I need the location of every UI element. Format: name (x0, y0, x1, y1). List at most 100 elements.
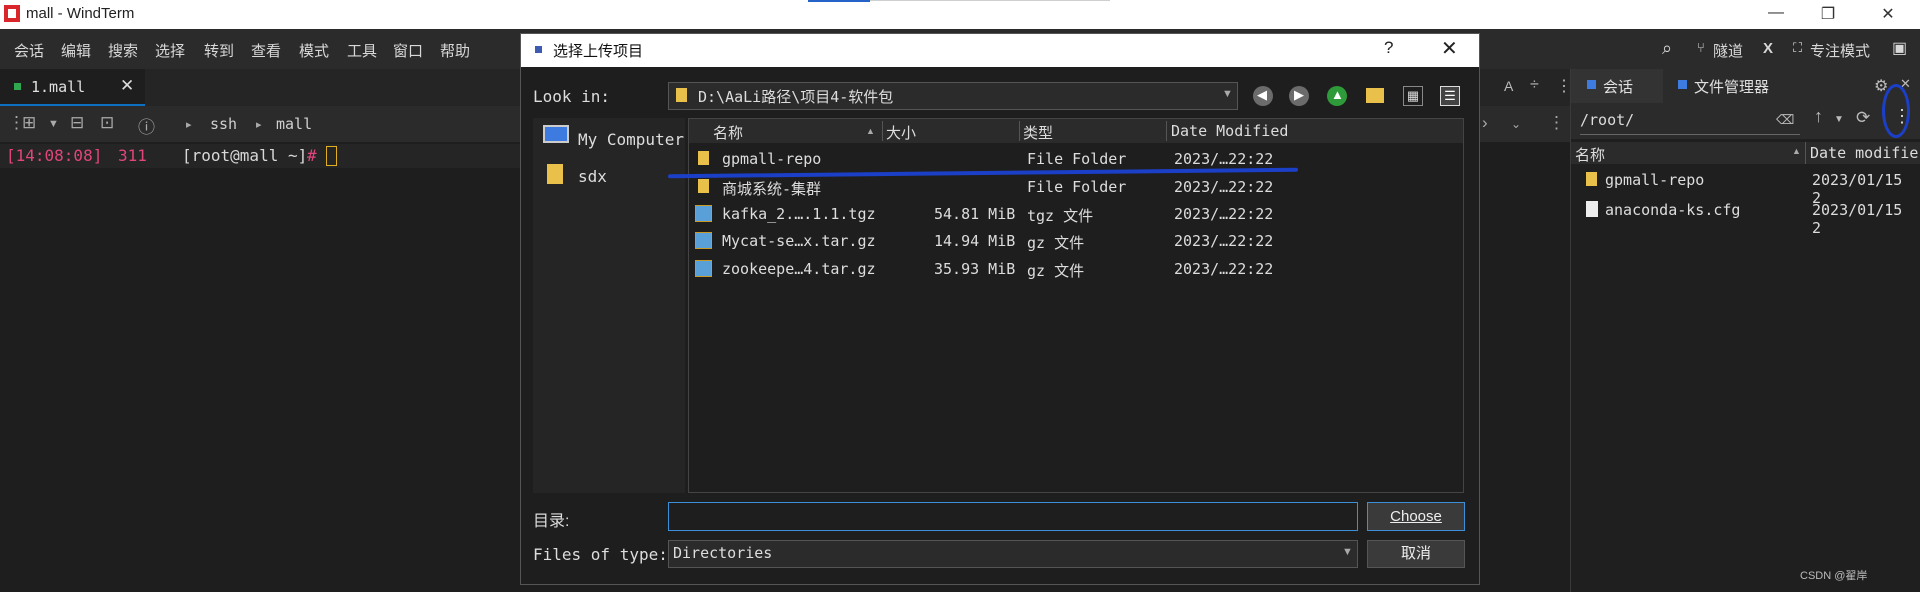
file-row-type: tgz 文件 (1027, 207, 1094, 225)
restore-button[interactable]: ❐ (1816, 4, 1840, 24)
column-type[interactable]: 类型 (1023, 122, 1053, 143)
menu-help[interactable]: 帮助 (440, 40, 470, 61)
file-row-size: 54.81 MiB (934, 205, 1016, 223)
clone-icon[interactable]: ⊡ (100, 113, 114, 133)
split-icon[interactable]: ÷ (1530, 76, 1539, 94)
panel-col-name[interactable]: 名称 (1575, 144, 1605, 165)
title-bar (0, 0, 1920, 29)
menu-tunnel[interactable]: 隧道 (1713, 40, 1743, 61)
column-divider[interactable] (882, 121, 883, 141)
folder-icon (676, 88, 687, 102)
menu-tools[interactable]: 工具 (347, 40, 377, 61)
path-input[interactable]: /root/ (1580, 106, 1800, 135)
prompt-timestamp: [14:08:08] (6, 146, 103, 165)
prompt-counter: 311 (118, 146, 147, 165)
breadcrumb-mall[interactable]: mall (276, 115, 312, 133)
title-accent-line-2 (870, 0, 1110, 1)
menu-edit[interactable]: 编辑 (61, 40, 91, 61)
panel-row-name[interactable]: gpmall-repo (1605, 171, 1704, 189)
menu-session[interactable]: 会话 (14, 40, 44, 61)
place-my-computer[interactable]: My Computer (578, 130, 684, 149)
panel-col-date[interactable]: Date modifie (1810, 144, 1918, 162)
tab-mall-label: 1.mall (31, 78, 86, 96)
tunnel-icon[interactable]: ⑂ (1697, 40, 1705, 55)
font-size-icon[interactable]: A (1504, 78, 1513, 94)
new-folder-icon[interactable] (1366, 88, 1384, 103)
column-name[interactable]: 名称 (713, 122, 743, 143)
choose-button[interactable]: Choose (1367, 502, 1465, 531)
column-date-modified[interactable]: Date Modified (1171, 122, 1288, 140)
dialog-close-button[interactable]: ✕ (1441, 36, 1458, 61)
chevron-down-icon[interactable]: ▼ (1834, 114, 1844, 125)
search-icon[interactable]: ⌕ (1662, 38, 1672, 59)
breadcrumb-ssh[interactable]: ssh (210, 115, 237, 133)
menu-select[interactable]: 选择 (155, 40, 185, 61)
detail-view-icon[interactable]: ☰ (1440, 86, 1460, 106)
clear-input-icon[interactable]: ⌫ (1776, 112, 1794, 128)
info-icon[interactable]: ⓘ (138, 113, 155, 138)
chevron-right-icon[interactable]: › (1482, 113, 1488, 133)
panel-row-name[interactable]: anaconda-ks.cfg (1605, 201, 1740, 219)
duplicate-icon[interactable]: ⊟ (70, 113, 84, 133)
chevron-down-icon[interactable]: ▼ (48, 118, 59, 130)
back-icon[interactable]: ◀ (1253, 86, 1273, 106)
new-session-icon[interactable]: ⊞ (22, 113, 36, 133)
annotation-circle (1882, 84, 1910, 138)
menu-focus-mode[interactable]: 专注模式 (1810, 40, 1870, 61)
menu-mode[interactable]: 模式 (299, 40, 329, 61)
file-row-date: 2023/…22:22 (1174, 178, 1274, 196)
close-window-button[interactable]: ✕ (1876, 4, 1900, 24)
menu-search[interactable]: 搜索 (108, 40, 138, 61)
file-row-name[interactable]: Mycat-se…x.tar.gz (722, 232, 876, 250)
terminal-cursor[interactable] (326, 146, 337, 166)
tab-close-icon[interactable]: ✕ (120, 76, 134, 96)
session-tab-icon (1587, 80, 1596, 89)
focus-mode-icon[interactable]: ⛶ (1793, 40, 1802, 56)
archive-icon (695, 205, 712, 222)
column-divider[interactable] (1166, 121, 1167, 141)
toolbar-more-icon[interactable]: ⋮ (1548, 113, 1565, 133)
title-accent-line (808, 0, 870, 2)
file-row-date: 2023/…22:22 (1174, 232, 1274, 250)
cancel-button[interactable]: 取消 (1367, 540, 1465, 568)
directory-label: 目录: (533, 513, 570, 530)
minimize-button[interactable]: — (1764, 4, 1788, 22)
chevron-down-icon[interactable]: ⌄ (1511, 117, 1521, 131)
files-of-type-value: Directories (673, 544, 773, 562)
file-row-size: 14.94 MiB (934, 232, 1016, 250)
file-row-name[interactable]: 商城系统-集群 (722, 178, 821, 199)
file-row-type: gz 文件 (1027, 234, 1085, 252)
column-size[interactable]: 大小 (886, 122, 916, 143)
windterm-app-icon (4, 5, 20, 22)
prompt-symbol: # (307, 146, 317, 165)
chevron-down-icon[interactable]: ▼ (1222, 88, 1233, 100)
menu-window[interactable]: 窗口 (393, 40, 423, 61)
archive-icon (695, 260, 712, 277)
folder-icon (1586, 172, 1597, 186)
sort-asc-icon: ▲ (1792, 146, 1801, 156)
folder-icon (698, 179, 709, 193)
chevron-down-icon[interactable]: ▼ (1342, 546, 1353, 558)
menu-view[interactable]: 查看 (251, 40, 281, 61)
column-divider[interactable] (1019, 121, 1020, 141)
x-icon[interactable]: X (1763, 40, 1773, 57)
refresh-icon[interactable]: ⟳ (1856, 108, 1870, 128)
directory-input[interactable] (668, 502, 1358, 531)
parent-directory-icon[interactable]: ▲ (1327, 86, 1347, 106)
file-row-name[interactable]: kafka_2.….1.1.tgz (722, 205, 876, 223)
place-sdx[interactable]: sdx (578, 167, 607, 186)
dialog-icon (535, 46, 542, 53)
file-row-type: gz 文件 (1027, 262, 1085, 280)
dialog-title-bar (521, 34, 1479, 67)
panel-tab-file-manager[interactable]: 文件管理器 (1694, 76, 1769, 97)
window-title: mall - WindTerm (26, 5, 135, 22)
panel-toggle-icon[interactable]: ▣ (1892, 38, 1907, 58)
list-view-icon[interactable]: ▦ (1403, 86, 1423, 106)
help-button[interactable]: ? (1384, 38, 1393, 58)
menu-goto[interactable]: 转到 (204, 40, 234, 61)
file-row-name[interactable]: zookeepe…4.tar.gz (722, 260, 876, 278)
up-arrow-icon[interactable]: ↑ (1814, 106, 1823, 127)
file-row-name[interactable]: gpmall-repo (722, 150, 821, 168)
dialog-title: 选择上传项目 (553, 43, 644, 60)
forward-icon[interactable]: ▶ (1289, 86, 1309, 106)
